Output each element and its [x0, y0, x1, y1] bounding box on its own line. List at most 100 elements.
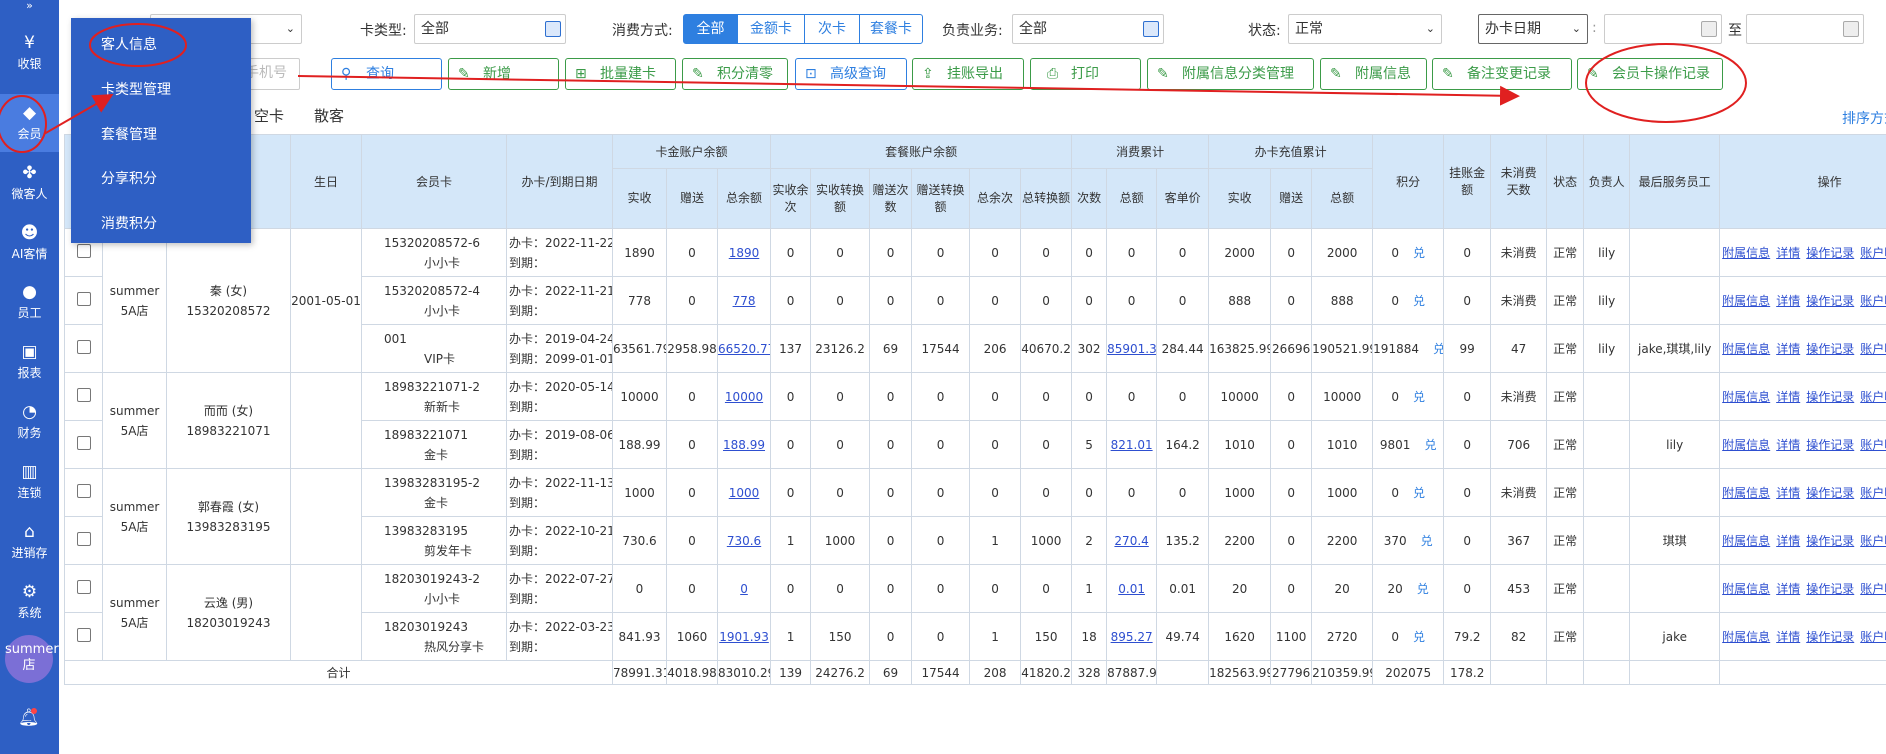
account-detail-link[interactable]: 账户明 [1860, 630, 1886, 644]
consume-option-count[interactable]: 次卡 [804, 14, 860, 44]
collapse-icon[interactable]: » [0, 0, 59, 14]
account-detail-link[interactable]: 账户明 [1860, 486, 1886, 500]
batch-create-button[interactable]: ⊞ 批量建卡 [565, 58, 676, 90]
row-checkbox[interactable] [76, 532, 91, 546]
detail-link[interactable]: 详情 [1776, 486, 1800, 500]
operation-log-link[interactable]: 操作记录 [1806, 630, 1854, 644]
tab-walk-in[interactable]: 散客 [314, 105, 344, 126]
attachment-link[interactable]: 附属信息 [1722, 486, 1770, 500]
balance-link[interactable]: 778 [733, 294, 756, 308]
operation-log-link[interactable]: 操作记录 [1806, 486, 1854, 500]
row-checkbox[interactable] [76, 484, 91, 498]
detail-link[interactable]: 详情 [1776, 438, 1800, 452]
table-row[interactable]: summer5A店 而而 (女) 18983221071 18983221071-2 新… [64, 372, 1886, 469]
row-checkbox[interactable] [76, 292, 91, 306]
operation-log-link[interactable]: 操作记录 [1806, 534, 1854, 548]
exchange-link[interactable]: 兑 [1433, 342, 1443, 356]
account-detail-link[interactable]: 账户明 [1860, 294, 1886, 308]
attachment-link[interactable]: 附属信息 [1722, 342, 1770, 356]
balance-link[interactable]: 270.4 [1114, 534, 1148, 548]
detail-link[interactable]: 详情 [1776, 390, 1800, 404]
advanced-query-button[interactable]: ⊡ 高级查询 [795, 58, 907, 90]
row-checkbox[interactable] [76, 244, 91, 258]
menu-item-consume-points[interactable]: 消费积分 [101, 213, 157, 233]
export-credit-button[interactable]: ⇪ 挂账导出 [912, 58, 1024, 90]
sidebar-item-inventory[interactable]: ⌂ 进销存 [0, 513, 59, 571]
attachment-link[interactable]: 附属信息 [1722, 294, 1770, 308]
balance-link[interactable]: 85901.3 [1108, 342, 1156, 356]
sidebar-item-staff[interactable]: ● 员工 [0, 273, 59, 331]
row-checkbox[interactable] [76, 340, 91, 354]
account-detail-link[interactable]: 账户明 [1860, 582, 1886, 596]
account-detail-link[interactable]: 账户明 [1860, 342, 1886, 356]
exchange-link[interactable]: 兑 [1413, 486, 1425, 500]
table-row[interactable]: summer5A店 郭春霞 (女) 13983283195 13983283195-2… [64, 468, 1886, 565]
balance-link[interactable]: 1901.93 [719, 630, 769, 644]
operation-log-link[interactable]: 操作记录 [1806, 294, 1854, 308]
consume-option-package[interactable]: 套餐卡 [859, 14, 923, 44]
row-checkbox[interactable] [76, 436, 91, 450]
exchange-link[interactable]: 兑 [1417, 582, 1429, 596]
attachment-link[interactable]: 附属信息 [1722, 438, 1770, 452]
row-checkbox[interactable] [76, 580, 91, 594]
calendar-icon[interactable] [1701, 21, 1717, 37]
exchange-link[interactable]: 兑 [1413, 294, 1425, 308]
add-button[interactable]: ✎ 新增 [448, 58, 559, 90]
row-checkbox[interactable] [76, 388, 91, 402]
account-detail-link[interactable]: 账户明 [1860, 390, 1886, 404]
status-select[interactable]: 正常 ⌄ [1288, 14, 1442, 44]
attachment-link[interactable]: 附属信息 [1722, 534, 1770, 548]
sidebar-item-chain[interactable]: ▥ 连锁 [0, 453, 59, 511]
operation-log-link[interactable]: 操作记录 [1806, 390, 1854, 404]
operation-log-link[interactable]: 操作记录 [1806, 246, 1854, 260]
sidebar-item-system[interactable]: ⚙ 系统 [0, 573, 59, 631]
account-detail-link[interactable]: 账户明 [1860, 246, 1886, 260]
date-type-select[interactable]: 办卡日期 ⌄ [1478, 14, 1588, 44]
exchange-link[interactable]: 兑 [1413, 390, 1425, 404]
sidebar-item-report[interactable]: ▣ 报表 [0, 333, 59, 391]
attachment-category-button[interactable]: ✎ 附属信息分类管理 [1147, 58, 1314, 90]
balance-link[interactable]: 0.01 [1118, 582, 1145, 596]
operation-log-link[interactable]: 操作记录 [1806, 582, 1854, 596]
row-checkbox[interactable] [76, 628, 91, 642]
consume-option-amount[interactable]: 金额卡 [737, 14, 805, 44]
card-operation-log-button[interactable]: ✎ 会员卡操作记录 [1577, 58, 1723, 90]
card-type-select[interactable]: 全部 [414, 14, 566, 44]
detail-link[interactable]: 详情 [1776, 534, 1800, 548]
balance-link[interactable]: 0 [740, 582, 748, 596]
account-detail-link[interactable]: 账户明 [1860, 534, 1886, 548]
sidebar-item-finance[interactable]: ◔ 财务 [0, 393, 59, 451]
detail-link[interactable]: 详情 [1776, 246, 1800, 260]
picker-icon[interactable] [1143, 21, 1159, 37]
detail-link[interactable]: 详情 [1776, 630, 1800, 644]
balance-link[interactable]: 895.27 [1111, 630, 1153, 644]
table-row[interactable]: summer5A店 云逸 (男) 18203019243 18203019243-2 小… [64, 564, 1886, 661]
date-start-input[interactable] [1604, 14, 1722, 44]
detail-link[interactable]: 详情 [1776, 294, 1800, 308]
menu-item-card-type[interactable]: 卡类型管理 [101, 79, 171, 99]
table-row[interactable]: summer5A店秦 (女) 15320208572 2001-05-01 15320… [64, 228, 1886, 373]
print-button[interactable]: ⎙ 打印 [1030, 58, 1141, 90]
sidebar-item-ai[interactable]: ☻ AI客情 [0, 214, 59, 272]
tab-empty-card[interactable]: 空卡 [254, 105, 284, 126]
avatar[interactable]: summer5A店 [5, 635, 76, 683]
balance-link[interactable]: 821.01 [1111, 438, 1153, 452]
attachment-link[interactable]: 附属信息 [1722, 246, 1770, 260]
menu-item-customer-info[interactable]: 客人信息 [101, 34, 157, 54]
attachment-link[interactable]: 附属信息 [1722, 582, 1770, 596]
sidebar-item-member[interactable]: ◆ 会员 [0, 94, 59, 152]
balance-link[interactable]: 10000 [725, 390, 763, 404]
attachment-link[interactable]: 附属信息 [1722, 390, 1770, 404]
detail-link[interactable]: 详情 [1776, 582, 1800, 596]
sidebar-item-wechat-guest[interactable]: ✤ 微客人 [0, 154, 59, 212]
calendar-icon[interactable] [1843, 21, 1859, 37]
balance-link[interactable]: 730.6 [727, 534, 761, 548]
sort-link[interactable]: 排序方式 [1842, 108, 1886, 128]
exchange-link[interactable]: 兑 [1413, 246, 1425, 260]
operation-log-link[interactable]: 操作记录 [1806, 438, 1854, 452]
balance-link[interactable]: 188.99 [723, 438, 765, 452]
picker-icon[interactable] [545, 21, 561, 37]
consume-option-all[interactable]: 全部 [683, 14, 738, 44]
clear-points-button[interactable]: ✎ 积分清零 [682, 58, 788, 90]
date-end-input[interactable] [1746, 14, 1864, 44]
